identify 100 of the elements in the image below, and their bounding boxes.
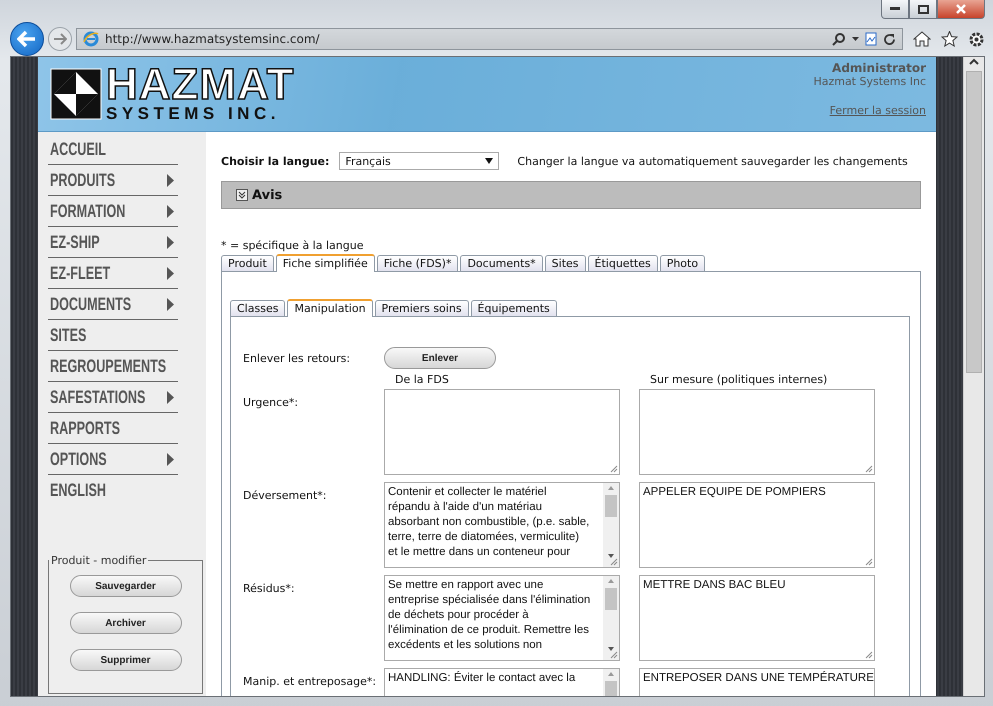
settings-icon[interactable]	[968, 30, 985, 48]
panel-title: Produit - modifier	[50, 554, 148, 567]
language-label: Choisir la langue:	[221, 154, 330, 168]
resize-grip-icon[interactable]	[610, 465, 618, 473]
tab[interactable]: Photo	[660, 255, 706, 271]
text-area-value: APPELER EQUIPE DE POMPIERS	[642, 485, 827, 500]
nav-menu-item[interactable]: SITES	[48, 320, 178, 351]
tab[interactable]: Documents*	[460, 255, 543, 271]
text-area[interactable]: Se mettre en rapport avec une entreprise spécialisée dans l'élimination de déchets pour procéder à l'élimination de ce produit. Remettre les excédents et les solutions non	[384, 575, 620, 661]
minimize-icon	[890, 7, 900, 11]
compatibility-page-icon[interactable]	[865, 32, 877, 46]
maximize-icon	[918, 4, 928, 14]
panel-button[interactable]: Supprimer	[70, 649, 182, 671]
nav-menu-item[interactable]: OPTIONS	[48, 444, 178, 475]
tab[interactable]: Fiche (FDS)*	[376, 255, 458, 271]
tab[interactable]: Fiche simplifiée	[276, 254, 375, 272]
column-header: Sur mesure (politiques internes)	[650, 372, 828, 386]
nav-menu-item[interactable]: ACCUEIL	[48, 134, 178, 165]
text-area-value: METTRE DANS BAC BLEU	[642, 578, 786, 593]
subtab[interactable]: Équipements	[470, 300, 557, 316]
submenu-arrow-icon	[167, 174, 174, 187]
text-area-value: Se mettre en rapport avec une entreprise spécialisée dans l'élimination de déchets pour procéder à l'élimination de ce produit. Remettre les excédents et les solutions non	[387, 578, 592, 653]
browser-e-icon	[83, 31, 99, 47]
nav-menu-item[interactable]: SAFESTATIONS	[48, 382, 178, 413]
tab[interactable]: Sites	[544, 255, 586, 271]
forward-button[interactable]	[48, 27, 72, 51]
text-area[interactable]: APPELER EQUIPE DE POMPIERS	[639, 482, 875, 568]
column-header: De la FDS	[395, 372, 450, 386]
text-area-value: Contenir et collecter le matériel répandu à l'aide d'un matériau absorbant non combustible, (p.e. sable, terre, terre de diatomées, vermiculite) et le mettre dans un conteneur pour	[387, 485, 590, 560]
logo-title: HAZMAT	[106, 65, 294, 105]
forward-arrow-icon	[53, 33, 67, 45]
submenu-arrow-icon	[167, 205, 174, 218]
nav-menu-item[interactable]: ENGLISH	[48, 475, 178, 506]
text-area[interactable]: ENTREPOSER DANS UNE TEMPÉRATURE	[639, 668, 875, 696]
field-label: Enlever les retours:	[243, 352, 352, 364]
submenu-arrow-icon	[167, 236, 174, 249]
scroll-thumb[interactable]	[605, 588, 617, 610]
field-label: Résidus*:	[243, 581, 296, 597]
panel-button[interactable]: Archiver	[70, 612, 182, 634]
text-area[interactable]	[384, 389, 620, 475]
user-name: Administrator	[832, 61, 926, 75]
field-label: Urgence*:	[243, 395, 300, 411]
resize-grip-icon[interactable]	[865, 558, 873, 566]
home-icon[interactable]	[913, 31, 931, 47]
field-label: Déversement*:	[243, 488, 328, 504]
text-area[interactable]	[639, 389, 875, 475]
address-field[interactable]: http://www.hazmatsystemsinc.com/	[76, 28, 903, 50]
url-text: http://www.hazmatsystemsinc.com/	[105, 32, 321, 46]
subtab[interactable]: Premiers soins	[374, 300, 469, 316]
back-arrow-icon	[17, 30, 37, 48]
expand-icon[interactable]	[236, 189, 248, 201]
dropdown-caret-icon[interactable]	[852, 37, 859, 41]
nav-menu-item[interactable]: EZ-FLEET	[48, 258, 178, 289]
close-button[interactable]	[937, 0, 985, 19]
language-legend: * = spécifique à la langue	[221, 239, 921, 252]
tab[interactable]: Étiquettes	[588, 255, 658, 271]
language-select[interactable]: Français	[339, 152, 500, 170]
company-name: Hazmat Systems Inc	[813, 75, 926, 88]
logo-subtitle: SYSTEMS INC.	[106, 105, 281, 123]
text-area[interactable]: METTRE DANS BAC BLEU	[639, 575, 875, 661]
resize-grip-icon[interactable]	[610, 651, 618, 659]
textarea-scrollbar[interactable]	[603, 483, 619, 567]
resize-grip-icon[interactable]	[610, 558, 618, 566]
text-area-value: ENTREPOSER DANS UNE TEMPÉRATURE	[642, 670, 875, 686]
text-area[interactable]: Contenir et collecter le matériel répandu à l'aide d'un matériau absorbant non combustible, (p.e. sable, terre, terre de diatomées, vermiculite) et le mettre dans un conteneur pour	[384, 482, 620, 568]
remove-button[interactable]: Enlever	[384, 347, 496, 369]
text-area[interactable]: HANDLING: Éviter le contact avec la	[384, 668, 620, 696]
resize-grip-icon[interactable]	[865, 651, 873, 659]
page-scrollbar[interactable]	[963, 57, 984, 696]
refresh-icon[interactable]	[883, 32, 896, 46]
nav-menu-item[interactable]: RAPPORTS	[48, 413, 178, 444]
close-icon	[955, 4, 967, 14]
language-note: Changer la langue va automatiquement sauvegarder les changements	[517, 154, 908, 168]
nav-menu-item[interactable]: DOCUMENTS	[48, 289, 178, 320]
panel-button[interactable]: Sauvegarder	[70, 575, 182, 597]
nav-menu-item[interactable]: EZ-SHIP	[48, 227, 178, 258]
scroll-thumb[interactable]	[966, 71, 982, 373]
text-area-value: HANDLING: Éviter le contact avec la	[387, 670, 576, 686]
submenu-arrow-icon	[167, 453, 174, 466]
dropdown-arrow-icon	[485, 158, 494, 164]
nav-menu-item[interactable]: REGROUPEMENTS	[48, 351, 178, 382]
search-icon[interactable]	[832, 32, 846, 46]
resize-grip-icon[interactable]	[865, 465, 873, 473]
back-button[interactable]	[10, 22, 44, 56]
maximize-button[interactable]	[909, 0, 937, 19]
scroll-thumb[interactable]	[605, 495, 617, 517]
notice-title: Avis	[252, 188, 282, 202]
subtab[interactable]: Manipulation	[287, 299, 373, 317]
subtab[interactable]: Classes	[230, 300, 286, 316]
star-icon[interactable]	[941, 31, 958, 47]
nav-menu-item[interactable]: PRODUITS	[48, 165, 178, 196]
nav-menu-item[interactable]: FORMATION	[48, 196, 178, 227]
minimize-button[interactable]	[881, 0, 909, 19]
submenu-arrow-icon	[167, 391, 174, 404]
tab[interactable]: Produit	[221, 255, 274, 271]
scroll-up-icon[interactable]	[968, 57, 980, 67]
textarea-scrollbar[interactable]	[603, 576, 619, 660]
submenu-arrow-icon	[167, 267, 174, 280]
notice-bar[interactable]: Avis	[221, 181, 921, 209]
submenu-arrow-icon	[167, 298, 174, 311]
